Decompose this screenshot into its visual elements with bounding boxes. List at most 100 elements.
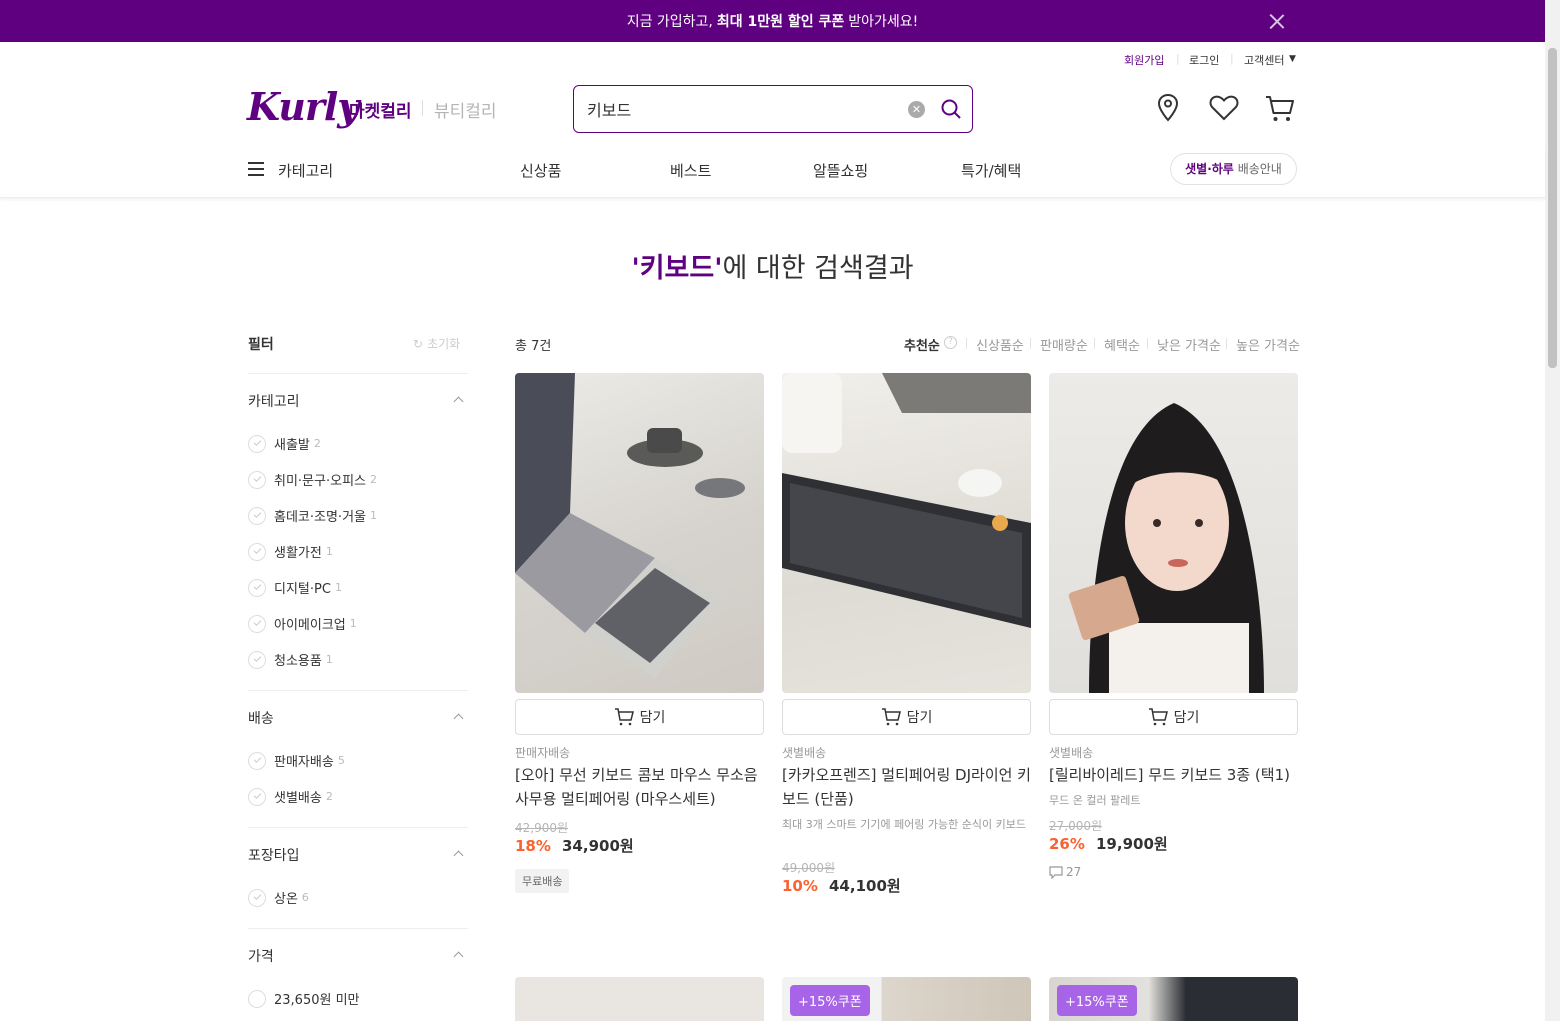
cart-icon [1148, 708, 1168, 726]
sale-price: 44,100원 [829, 877, 901, 895]
hamburger-icon[interactable] [248, 162, 264, 176]
product-subtitle: 최대 3개 스마트 기기에 페어링 가능한 순식이 키보드 [782, 818, 1026, 831]
nav-category[interactable]: 카테고리 [278, 160, 333, 181]
sale-price: 34,900원 [562, 837, 634, 855]
free-shipping-tag: 무료배송 [515, 869, 570, 893]
clear-search-icon[interactable]: ✕ [908, 101, 925, 118]
option-label: 23,650원 미만 [274, 993, 360, 1008]
original-price: 49,000원 [782, 861, 836, 875]
help-icon[interactable]: ? [944, 336, 957, 349]
review-count-value: 27 [1066, 865, 1082, 879]
search-icon[interactable] [940, 98, 962, 120]
search-result-title: '키보드'에 대한 검색결과 [0, 246, 1545, 285]
nav-item-new[interactable]: 신상품 [520, 160, 561, 181]
delivery-info-button[interactable]: 샛별·하루 배송안내 [1170, 153, 1297, 185]
check-icon [248, 888, 266, 907]
divider [248, 827, 468, 828]
review-count: 27 [1049, 865, 1081, 879]
discount-rate: 10% [782, 877, 818, 895]
check-icon [248, 787, 266, 806]
signup-link[interactable]: 회원가입 [1124, 52, 1164, 68]
filter-option[interactable]: 새출발 2 [248, 434, 321, 453]
scrollbar[interactable] [1545, 0, 1560, 1021]
tab-beauty-kurly[interactable]: 뷰티컬리 [434, 97, 497, 122]
option-count: 5 [337, 754, 345, 767]
nav-item-deals[interactable]: 특가/혜택 [961, 160, 1021, 181]
check-icon [248, 751, 266, 770]
main-nav [0, 148, 1545, 198]
filter-option[interactable]: 디지털·PC 1 [248, 578, 342, 597]
product-image[interactable] [515, 373, 764, 693]
filter-group-packaging[interactable]: 포장타입 [248, 845, 300, 865]
option-count: 1 [325, 653, 333, 666]
filter-reset-button[interactable]: ↻ 초기화 [413, 335, 460, 352]
sort-benefit[interactable]: 혜택순 [1104, 335, 1140, 354]
filter-option-radio[interactable]: 23,650원 미만 [248, 989, 360, 1008]
product-image[interactable] [515, 977, 764, 1021]
discount-rate: 18% [515, 837, 551, 855]
divider [248, 373, 468, 374]
add-to-cart-button[interactable]: 담기 [782, 699, 1031, 735]
price-row: 18% 34,900원 [515, 835, 634, 856]
nav-item-saving[interactable]: 알뜰쇼핑 [813, 160, 868, 181]
search-input[interactable] [587, 99, 887, 118]
delivery-bold: 샛별·하루 [1185, 162, 1234, 176]
filter-option[interactable]: 청소용품 1 [248, 650, 333, 669]
delivery-type: 판매자배송 [515, 746, 571, 760]
tab-market-kurly[interactable]: 마켓컬리 [349, 97, 412, 122]
heart-icon[interactable] [1209, 95, 1239, 121]
filter-option[interactable]: 취미·문구·오피스 2 [248, 470, 377, 489]
divider: | [1230, 52, 1234, 65]
nav-item-best[interactable]: 베스트 [670, 160, 711, 181]
filter-group-delivery[interactable]: 배송 [248, 708, 274, 728]
filter-option[interactable]: 생활가전 1 [248, 542, 333, 561]
login-link[interactable]: 로그인 [1189, 52, 1219, 68]
product-name[interactable]: [카카오프렌즈] 멀티페어링 DJ라이언 키보드 (단품) [782, 763, 1031, 811]
cart-icon[interactable] [1265, 95, 1295, 123]
add-to-cart-button[interactable]: 담기 [515, 699, 764, 735]
option-count: 1 [370, 509, 377, 522]
sort-high-price[interactable]: 높은 가격순 [1236, 335, 1300, 354]
product-image[interactable] [1049, 373, 1298, 693]
coupon-badge: +15%쿠폰 [1057, 985, 1137, 1016]
filter-option[interactable]: 샛별배송 2 [248, 787, 333, 806]
filter-option[interactable]: 판매자배송 5 [248, 751, 345, 770]
divider [248, 928, 468, 929]
chevron-up-icon[interactable] [453, 951, 464, 962]
search-box: ✕ [573, 85, 973, 133]
chevron-up-icon[interactable] [453, 713, 464, 724]
chevron-up-icon[interactable] [453, 850, 464, 861]
divider [1147, 338, 1148, 349]
kurly-logo[interactable]: Kurly [247, 84, 359, 129]
divider [422, 100, 423, 116]
divider [1094, 338, 1095, 349]
sort-low-price[interactable]: 낮은 가격순 [1157, 335, 1221, 354]
product-name[interactable]: [릴리바이레드] 무드 키보드 3종 (택1) [1049, 763, 1298, 787]
option-label: 청소용품 [274, 654, 322, 669]
sort-recommended[interactable]: 추천순 [904, 335, 940, 354]
option-label: 새출발 [274, 438, 310, 453]
signup-banner[interactable]: 지금 가입하고, 최대 1만원 할인 쿠폰 받아가세요! [0, 0, 1545, 42]
sort-newest[interactable]: 신상품순 [976, 335, 1024, 354]
option-count: 6 [301, 891, 309, 904]
scrollbar-thumb[interactable] [1548, 48, 1557, 368]
product-image[interactable] [782, 373, 1031, 693]
radio-icon [248, 989, 266, 1008]
sort-sales[interactable]: 판매량순 [1040, 335, 1088, 354]
option-label: 샛별배송 [274, 791, 322, 806]
filter-group-category[interactable]: 카테고리 [248, 391, 300, 411]
filter-group-price[interactable]: 가격 [248, 946, 274, 966]
cart-icon [881, 708, 901, 726]
close-icon[interactable] [1268, 12, 1286, 30]
filter-option[interactable]: 홈데코·조명·거울 1 [248, 506, 377, 525]
product-name[interactable]: [오아] 무선 키보드 콤보 마우스 무소음 사무용 멀티페어링 (마우스세트) [515, 763, 764, 811]
filter-option[interactable]: 상온 6 [248, 888, 309, 907]
filter-option[interactable]: 아이메이크업 1 [248, 614, 357, 633]
delivery-type: 샛별배송 [1049, 746, 1094, 760]
delivery-type: 샛별배송 [782, 746, 827, 760]
location-icon[interactable] [1157, 93, 1179, 123]
option-label: 아이메이크업 [274, 618, 346, 633]
add-to-cart-button[interactable]: 담기 [1049, 699, 1298, 735]
support-link[interactable]: 고객센터 [1244, 52, 1284, 68]
chevron-up-icon[interactable] [453, 396, 464, 407]
